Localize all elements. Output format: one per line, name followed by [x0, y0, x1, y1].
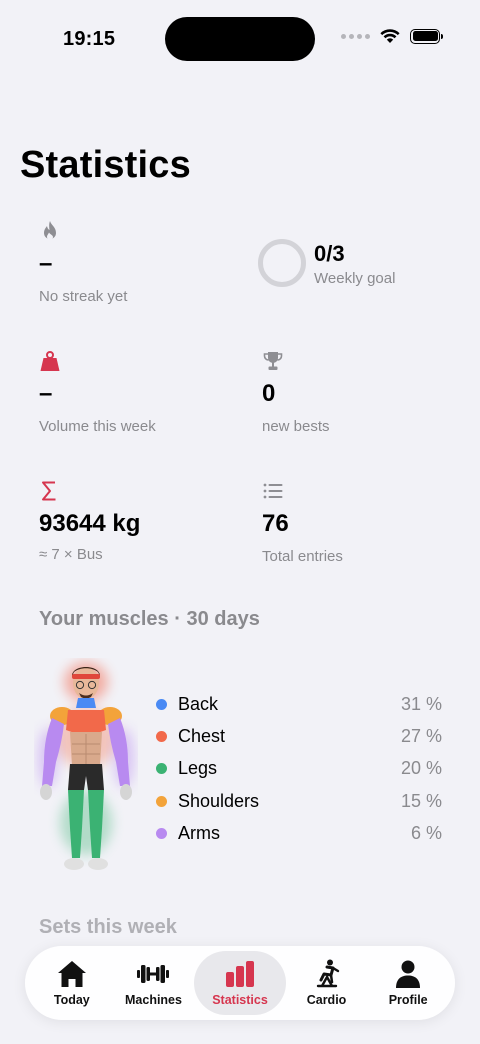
wifi-icon: [380, 29, 400, 43]
arms-color-dot: [156, 828, 167, 840]
weight-icon: [40, 351, 60, 371]
bike-icon: [316, 959, 339, 988]
tab-label: Today: [53, 993, 90, 1007]
muscle-body-figure: [38, 662, 134, 870]
sigma-icon: [42, 481, 56, 501]
muscle-legend: Back 31 % Chest 27 % Legs 20 % Shoulders…: [156, 688, 442, 850]
legend-percent: 20 %: [400, 758, 442, 779]
page-title: Statistics: [20, 144, 191, 186]
entries-stat: 76 Total entries: [262, 480, 343, 565]
tab-today[interactable]: Today: [31, 951, 113, 1015]
tab-profile[interactable]: Profile: [367, 951, 449, 1015]
status-indicators: [341, 28, 443, 44]
streak-value: –: [39, 250, 53, 277]
tab-label: Cardio: [306, 993, 347, 1007]
legend-label: Arms: [178, 823, 220, 844]
bests-label: new bests: [262, 418, 330, 435]
status-bar: 19:15: [0, 0, 480, 80]
legend-label: Back: [178, 693, 219, 714]
dynamic-island: [165, 17, 315, 61]
shoulders-color-dot: [156, 795, 167, 807]
streak-stat: – No streak yet: [39, 220, 127, 305]
volume-stat: – Volume this week: [39, 350, 156, 435]
list-icon: [263, 483, 283, 499]
chest-color-dot: [156, 731, 167, 743]
chart-bar-icon: [226, 961, 254, 987]
legend-label: Legs: [178, 758, 218, 779]
house-icon: [57, 961, 86, 987]
total-weight-comparison: ≈ 7 × Bus: [39, 546, 103, 563]
entries-label: Total entries: [262, 548, 343, 565]
entries-value: 76: [262, 510, 289, 537]
legend-item-chest: Chest 27 %: [156, 720, 442, 752]
weekly-goal-ring: [258, 239, 306, 287]
total-weight-value: 93644 kg: [39, 510, 141, 537]
weekly-goal-value: 0/3: [314, 241, 345, 266]
person-icon: [396, 960, 421, 988]
flame-icon: [44, 221, 56, 240]
weekly-goal-label: Weekly goal: [314, 270, 396, 287]
streak-label: No streak yet: [39, 288, 128, 305]
volume-label: Volume this week: [39, 418, 156, 435]
legend-item-legs: Legs 20 %: [156, 753, 442, 785]
bests-value: 0: [262, 380, 276, 407]
volume-value: –: [39, 380, 53, 407]
battery-icon: [410, 28, 443, 44]
tab-bar: Today Machines Statistics Cardio Profile: [25, 946, 455, 1020]
legend-percent: 6 %: [410, 823, 442, 844]
trophy-icon: [263, 352, 283, 370]
muscles-section-title: Your muscles · 30 days: [39, 608, 260, 630]
tab-label: Statistics: [212, 993, 268, 1007]
tab-label: Machines: [125, 993, 182, 1007]
legend-item-shoulders: Shoulders 15 %: [156, 785, 442, 817]
total-weight-stat: 93644 kg ≈ 7 × Bus: [39, 480, 140, 563]
tab-machines[interactable]: Machines: [113, 951, 195, 1015]
tab-cardio[interactable]: Cardio: [286, 951, 368, 1015]
status-time: 19:15: [63, 28, 116, 50]
back-color-dot: [156, 698, 167, 710]
tab-statistics[interactable]: Statistics: [194, 951, 286, 1015]
legend-percent: 15 %: [400, 790, 442, 811]
legs-color-dot: [156, 763, 167, 775]
tab-label: Profile: [388, 993, 428, 1007]
legend-percent: 27 %: [400, 726, 442, 747]
sets-section-title: Sets this week: [39, 916, 177, 938]
legend-label: Chest: [178, 726, 226, 747]
cellular-dots-icon: [341, 33, 370, 39]
legend-percent: 31 %: [400, 693, 442, 714]
dumbbell-icon: [137, 965, 170, 983]
weekly-goal: 0/3 Weekly goal: [314, 241, 395, 287]
legend-item-arms: Arms 6 %: [156, 818, 442, 850]
legend-label: Shoulders: [178, 790, 260, 811]
bests-stat: 0 new bests: [262, 350, 330, 435]
legend-item-back: Back 31 %: [156, 688, 442, 720]
